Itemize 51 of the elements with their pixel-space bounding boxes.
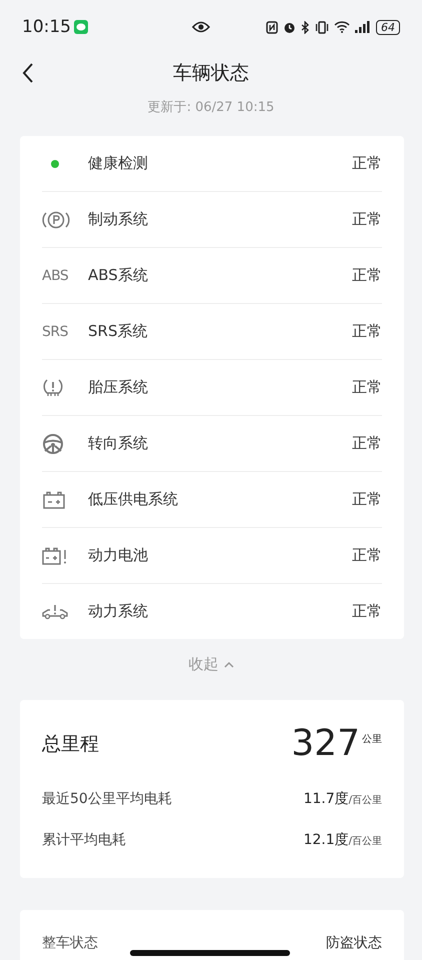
battery-indicator: 64 bbox=[376, 20, 400, 34]
tire-pressure-icon bbox=[42, 378, 64, 398]
system-status: 正常 bbox=[352, 546, 382, 565]
back-button[interactable] bbox=[22, 62, 34, 84]
consumption-label: 累计平均电耗 bbox=[42, 830, 126, 848]
consumption-value: 12.1度 bbox=[303, 830, 349, 848]
vibrate-icon bbox=[315, 20, 329, 34]
parking-brake-icon bbox=[42, 210, 70, 230]
bluetooth-icon bbox=[301, 20, 310, 34]
system-name: 转向系统 bbox=[88, 434, 148, 453]
mileage-unit: 公里 bbox=[362, 733, 382, 746]
consumption-unit: /百公里 bbox=[348, 794, 382, 806]
consumption-label: 最近50公里平均电耗 bbox=[42, 790, 172, 808]
system-status: 正常 bbox=[352, 266, 382, 285]
wifi-icon bbox=[334, 21, 350, 33]
system-name: 动力系统 bbox=[88, 602, 148, 621]
battery-icon bbox=[42, 490, 66, 508]
system-name: 健康检测 bbox=[88, 154, 148, 173]
update-time: 更新于: 06/27 10:15 bbox=[146, 99, 276, 116]
signal-icon bbox=[355, 21, 371, 33]
system-status: 正常 bbox=[352, 490, 382, 509]
alarm-icon bbox=[283, 20, 296, 34]
mileage-title: 总里程 bbox=[42, 732, 99, 757]
system-name: 制动系统 bbox=[88, 210, 148, 229]
eye-icon bbox=[192, 21, 210, 33]
system-icon-label: ABS bbox=[42, 268, 68, 284]
system-status: 正常 bbox=[352, 210, 382, 229]
battery-warning-icon bbox=[42, 546, 68, 564]
anti-theft-label: 防盗状态 bbox=[326, 934, 382, 952]
system-status: 正常 bbox=[352, 602, 382, 621]
system-status: 正常 bbox=[352, 154, 382, 173]
mileage-value: 327 bbox=[291, 724, 360, 764]
system-icon-label: SRS bbox=[42, 324, 68, 340]
system-name: SRS系统 bbox=[88, 322, 148, 341]
chat-app-icon bbox=[74, 20, 88, 34]
system-name: 胎压系统 bbox=[88, 378, 148, 397]
system-status: 正常 bbox=[352, 322, 382, 341]
nfc-icon bbox=[266, 20, 278, 34]
collapse-button[interactable]: 收起 bbox=[184, 651, 238, 678]
consumption-value: 11.7度 bbox=[303, 790, 349, 808]
vehicle-status-label: 整车状态 bbox=[42, 934, 98, 952]
system-name: 动力电池 bbox=[88, 546, 148, 565]
consumption-unit: /百公里 bbox=[348, 834, 382, 848]
system-status: 正常 bbox=[352, 434, 382, 453]
car-warning-icon bbox=[42, 604, 68, 620]
page-title: 车辆状态 bbox=[173, 61, 249, 86]
system-status: 正常 bbox=[352, 378, 382, 397]
system-name: ABS系统 bbox=[88, 266, 148, 285]
status-time: 10:15 bbox=[22, 17, 71, 37]
steering-wheel-icon bbox=[42, 432, 64, 454]
system-name: 低压供电系统 bbox=[88, 490, 178, 509]
